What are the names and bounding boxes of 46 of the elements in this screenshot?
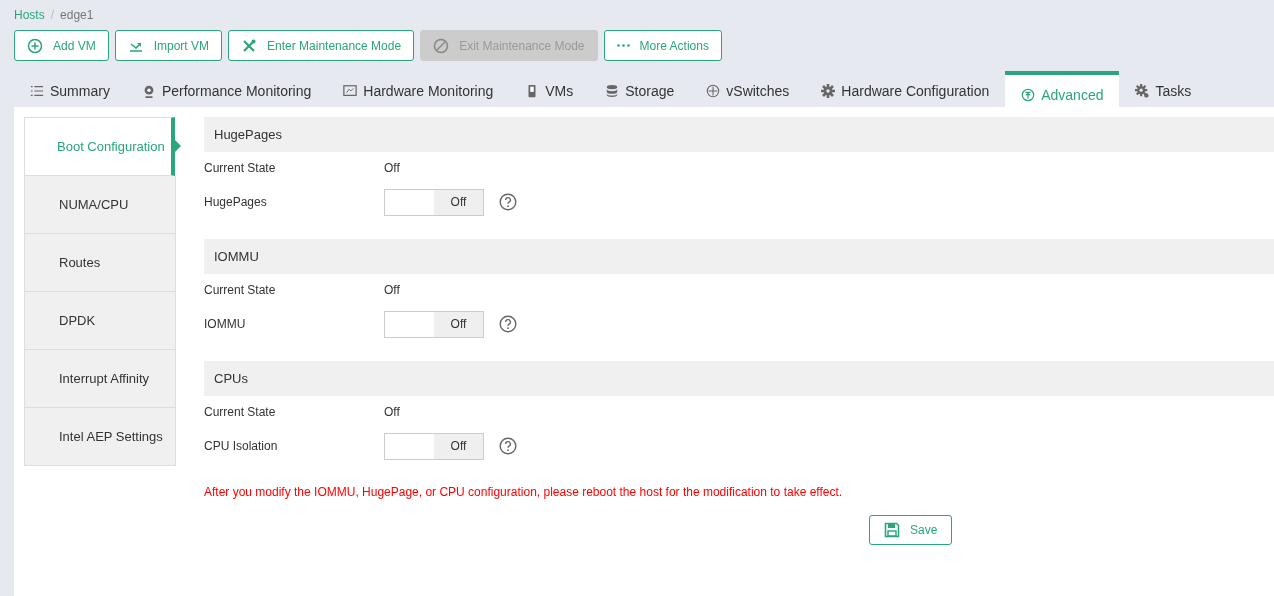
more-icon bbox=[616, 44, 630, 47]
tab[interactable]: Hardware Monitoring bbox=[327, 71, 510, 107]
sidebar-item[interactable]: NUMA/CPU bbox=[24, 176, 176, 234]
breadcrumb-separator: / bbox=[50, 8, 55, 22]
upload-icon bbox=[1021, 88, 1036, 102]
list-icon bbox=[30, 84, 44, 98]
help-icon[interactable] bbox=[499, 193, 517, 211]
tab[interactable]: Tasks bbox=[1119, 71, 1208, 107]
pointer-icon bbox=[175, 140, 181, 152]
tab[interactable]: Summary bbox=[14, 71, 126, 107]
section-title: IOMMU bbox=[214, 249, 259, 264]
plus-icon bbox=[27, 37, 43, 54]
field-label: Current State bbox=[204, 161, 277, 175]
field-label: CPU Isolation bbox=[204, 439, 279, 453]
tab[interactable]: Performance Monitoring bbox=[125, 71, 328, 107]
state-value: Off bbox=[384, 405, 400, 419]
tools-icon bbox=[241, 37, 258, 54]
state-value: Off bbox=[384, 283, 400, 297]
tab[interactable]: Hardware Configuration bbox=[805, 71, 1006, 107]
toggle-switch[interactable]: Off bbox=[384, 188, 484, 216]
warning-message: After you modify the IOMMU, HugePage, or CPU configuration, please reboot the host for the modification to take effect. bbox=[204, 484, 844, 499]
gears-icon bbox=[1135, 84, 1150, 98]
section-title: CPUs bbox=[214, 371, 248, 386]
sidebar-item[interactable]: Routes bbox=[24, 234, 176, 292]
state-value: Off bbox=[384, 161, 400, 175]
network-icon bbox=[706, 84, 721, 98]
tab[interactable]: VMs bbox=[509, 71, 590, 107]
field-label: HugePages bbox=[204, 195, 268, 209]
field-label: Current State bbox=[204, 405, 277, 419]
ban-icon bbox=[433, 37, 450, 54]
tab[interactable]: Storage bbox=[589, 71, 691, 107]
tab[interactable]: vSwitches bbox=[690, 71, 806, 107]
monitor-icon bbox=[343, 84, 358, 98]
sidebar-item[interactable]: Interrupt Affinity bbox=[24, 350, 176, 408]
breadcrumb-current: edge1 bbox=[60, 8, 94, 22]
section-title: HugePages bbox=[214, 127, 282, 142]
help-icon[interactable] bbox=[499, 315, 517, 333]
gear-icon bbox=[821, 84, 836, 98]
toggle-switch[interactable]: Off bbox=[384, 432, 484, 460]
sidebar-item[interactable]: DPDK bbox=[24, 292, 176, 350]
help-icon[interactable] bbox=[499, 437, 517, 455]
toggle-switch[interactable]: Off bbox=[384, 310, 484, 338]
database-icon bbox=[605, 84, 620, 98]
sidebar-item[interactable]: Intel AEP Settings bbox=[24, 408, 176, 466]
field-label: IOMMU bbox=[204, 317, 247, 331]
field-label: Current State bbox=[204, 283, 277, 297]
